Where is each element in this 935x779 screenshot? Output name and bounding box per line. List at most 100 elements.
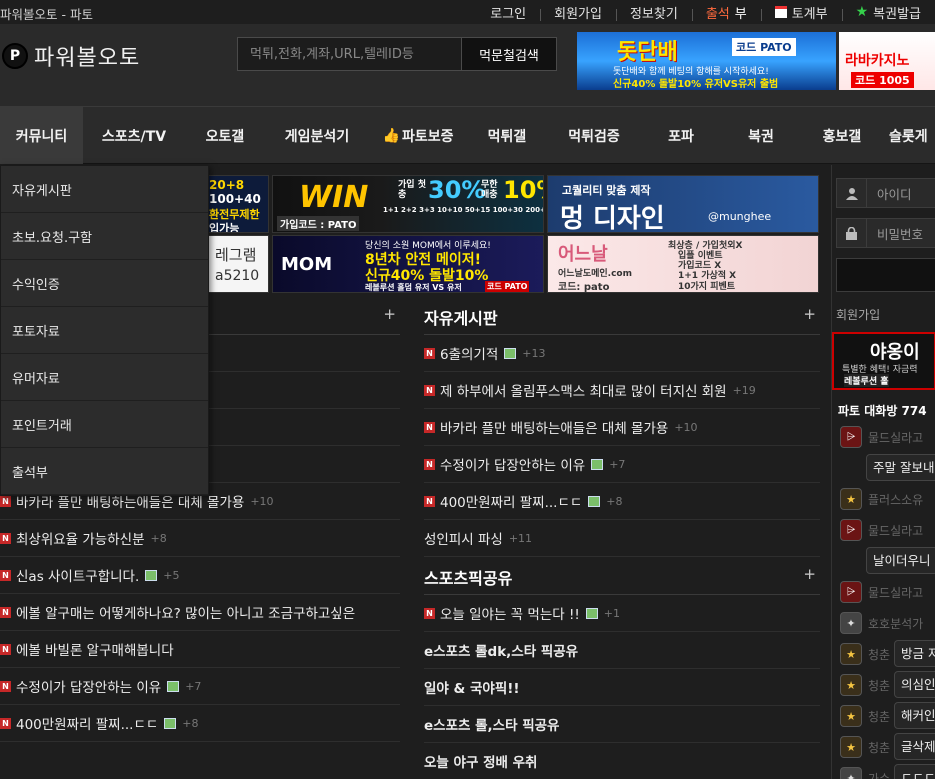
banner-win[interactable]: WIN 가입 첫충 30% 무한 매충 10% 1+1 2+2 3+3 10+1… xyxy=(272,175,544,233)
post-row[interactable]: N 400만원짜리 팔찌...ㄷㄷ +8 xyxy=(0,705,400,742)
nav-community[interactable]: 커뮤니티 xyxy=(0,107,83,164)
chat-username[interactable]: 청춘 xyxy=(868,739,890,756)
banner-eoneunal[interactable]: 어느날 어느날도메인.com 코드: pato 최상층 / 가입첫외X 입플 이… xyxy=(547,235,819,293)
dropdown-attendance[interactable]: 출석부 xyxy=(1,448,208,495)
chat-bubble: 해커인 xyxy=(894,702,935,729)
join-link[interactable]: 회원가입 xyxy=(836,306,880,323)
dropdown-humor[interactable]: 유머자료 xyxy=(1,354,208,401)
level-badge-icon: ★ xyxy=(840,736,862,758)
find-info-link[interactable]: 정보찾기 xyxy=(615,3,692,22)
calendar-icon xyxy=(774,6,787,18)
new-badge-icon: N xyxy=(424,607,435,619)
lottery-issue-link[interactable]: ★ 복권발급 xyxy=(841,3,935,22)
post-row[interactable]: e스포츠 롤,스타 픽공유 xyxy=(424,706,820,743)
post-row[interactable]: N 수정이가 답장안하는 이유 +7 xyxy=(0,668,400,705)
free-board-title[interactable]: 자유게시판 xyxy=(424,305,498,329)
nav-game-analyzer[interactable]: 게임분석기 xyxy=(265,107,369,164)
chat-bubble: 주말 잘보내 xyxy=(866,454,935,481)
post-title: 바카라 플만 배팅하는애들은 대체 몰가용 xyxy=(440,421,669,437)
search-input[interactable] xyxy=(237,37,462,71)
post-row[interactable]: N 바카라 플만 배팅하는애들은 대체 몰가용 +10 xyxy=(424,409,820,446)
nav-pato-guarantee[interactable]: 👍 파토보증 xyxy=(369,107,467,164)
post-row[interactable]: N 신as 사이트구합니다. +5 xyxy=(0,557,400,594)
chat-username[interactable]: 가슈 xyxy=(868,770,890,779)
banner-ad-1-l4: 입가능 xyxy=(209,222,240,233)
top-nav: 로그인 회원가입 정보찾기 출석 부 토계부 ★ 복권발급 xyxy=(476,0,935,24)
signup-link[interactable]: 회원가입 xyxy=(540,3,616,22)
login-link[interactable]: 로그인 xyxy=(476,3,540,22)
sports-board-title[interactable]: 스포츠픽공유 xyxy=(424,565,512,589)
site-logo[interactable]: P 파워볼오토 xyxy=(2,40,140,72)
post-row[interactable]: N 에볼 알구매는 어떻게하나요? 많이는 아니고 조금구하고싶은 xyxy=(0,594,400,631)
chat-username[interactable]: 물드실라고 xyxy=(868,522,923,539)
post-row[interactable]: 오늘 야구 정배 우취 xyxy=(424,743,820,779)
free-board-more-button[interactable]: + xyxy=(803,305,816,323)
banner-mung-design[interactable]: 고퀄리티 맞춤 제작 멍 디자인 @munghee xyxy=(547,175,819,233)
comment-count: +10 xyxy=(250,494,274,508)
search-button[interactable]: 먹문철검색 xyxy=(462,37,557,71)
new-badge-icon: N xyxy=(0,606,11,618)
chat-username[interactable]: 물드실라고 xyxy=(868,584,923,601)
login-password-field[interactable]: 비밀번호 xyxy=(836,218,935,248)
nav-scam-verify[interactable]: 먹튀검증 xyxy=(547,107,641,164)
post-row[interactable]: 성인피시 파싱 +11 xyxy=(424,520,820,557)
chat-username[interactable]: 청춘 xyxy=(868,708,890,725)
login-id-field[interactable]: 아이디 xyxy=(836,178,935,208)
dropdown-free-board[interactable]: 자유게시판 xyxy=(1,166,208,213)
dropdown-photo[interactable]: 포토자료 xyxy=(1,307,208,354)
free-board: 자유게시판 + N 6출의기적 +13 N 제 하부에서 올림푸스맥스 최대로 많이 터… xyxy=(424,297,820,779)
chat-message: ★ 청춘 방금 저 xyxy=(840,639,935,670)
chat-username[interactable]: 물드실라고 xyxy=(868,429,923,446)
chat-username[interactable]: 호호분석가 xyxy=(868,615,923,632)
chat-message: ★ 청춘 글삭제 xyxy=(840,732,935,763)
banner-yaongi[interactable]: 야옹이 특별한 혜택! 자금력 레볼루션 홀 xyxy=(832,332,935,390)
user-icon xyxy=(837,179,867,207)
toto-ledger-link[interactable]: 토계부 xyxy=(760,3,842,22)
attendance-link[interactable]: 출석 부 xyxy=(691,3,761,22)
left-board-more-button[interactable]: + xyxy=(383,305,396,323)
post-row[interactable]: N 최상위요율 가능하신분 +8 xyxy=(0,520,400,557)
nav-sports-tv[interactable]: 스포츠/TV xyxy=(83,107,185,164)
nav-auto-gallery[interactable]: 오토갤 xyxy=(185,107,265,164)
nav-promo-gallery[interactable]: 홍보갤 xyxy=(801,107,883,164)
post-row[interactable]: N 제 하부에서 올림푸스맥스 최대로 많이 터지신 회원 +19 xyxy=(424,372,820,409)
banner-yaongi-title: 야옹이 xyxy=(870,342,920,363)
chat-bubble: 방금 저 xyxy=(894,640,935,667)
banner-lava-casino[interactable]: 라바카지노 코드 1005 xyxy=(839,32,935,90)
post-row[interactable]: e스포츠 롤dk,스타 픽공유 xyxy=(424,632,820,669)
nav-lottery[interactable]: 복권 xyxy=(721,107,801,164)
banner-eoneunal-title: 어느날 xyxy=(558,244,608,265)
banner-ad-1-l2: 100+40 xyxy=(209,192,261,206)
post-row[interactable]: N 에볼 바빌론 알구매해봅니다 xyxy=(0,631,400,668)
chat-message: ★ 플러스소유 xyxy=(840,484,935,515)
new-badge-icon: N xyxy=(424,495,435,507)
community-dropdown: 자유게시판 초보.요청.구함 수익인증 포토자료 유머자료 포인트거래 출석부 xyxy=(0,165,209,496)
image-attachment-icon xyxy=(145,569,158,581)
nav-scam-gallery[interactable]: 먹튀갤 xyxy=(467,107,547,164)
post-row[interactable]: N 400만원짜리 팔찌...ㄷㄷ +8 xyxy=(424,483,820,520)
level-badge-icon: ★ xyxy=(840,705,862,727)
post-row[interactable]: N 수정이가 답장안하는 이유 +7 xyxy=(424,446,820,483)
post-title: 수정이가 답장안하는 이유 xyxy=(16,680,162,696)
new-badge-icon: N xyxy=(424,384,435,396)
chat-username[interactable]: 청춘 xyxy=(868,677,890,694)
dropdown-beginner-request[interactable]: 초보.요청.구함 xyxy=(1,213,208,260)
site-title: 파워볼오토 - 파토 xyxy=(0,7,93,22)
post-row[interactable]: N 오늘 일야는 꼭 먹는다 !! +1 xyxy=(424,595,820,632)
nav-popa[interactable]: 포파 xyxy=(641,107,721,164)
post-row[interactable]: 일야 & 국야픽!! xyxy=(424,669,820,706)
banner-win-pct2: 10% xyxy=(503,176,543,204)
chat-username[interactable]: 청춘 xyxy=(868,646,890,663)
sports-board-more-button[interactable]: + xyxy=(803,565,816,583)
dropdown-point-trade[interactable]: 포인트거래 xyxy=(1,401,208,448)
banner-mom[interactable]: MOM 당신의 소원 MOM에서 이루세요! 8년차 안전 메이저! 신규40%… xyxy=(272,235,544,293)
banner-dotdanbae[interactable]: 돗단배 코드 PATO 돗단배와 함께 베팅의 항해를 시작하세요! 신규40%… xyxy=(577,32,836,90)
login-submit-button[interactable] xyxy=(836,258,935,292)
nav-slot[interactable]: 슬롯게 xyxy=(883,107,935,164)
comment-count: +8 xyxy=(182,716,199,730)
chat-message: ⩥ 물드실라고 xyxy=(840,515,935,546)
chat-username[interactable]: 플러스소유 xyxy=(868,491,923,508)
dropdown-profit-proof[interactable]: 수익인증 xyxy=(1,260,208,307)
post-row[interactable]: N 6출의기적 +13 xyxy=(424,335,820,372)
banner-mom-code: 코드 PATO xyxy=(485,281,530,292)
